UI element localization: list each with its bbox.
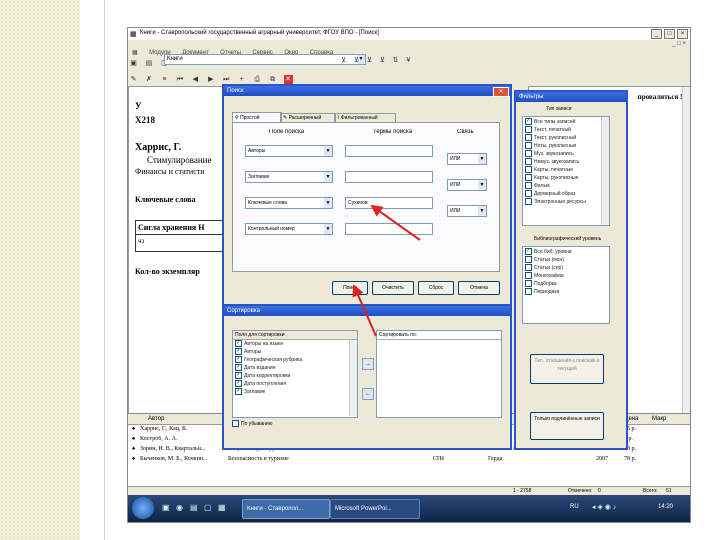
- slide-divider: [104, 0, 105, 540]
- screenshot-frame: ▦ Книги - Ставропольский государственный…: [127, 27, 691, 523]
- arrow-to-term: [370, 204, 421, 241]
- slide-left-band: [0, 0, 80, 540]
- arrow-to-search-button: [352, 284, 377, 337]
- annotation-arrows: [352, 204, 421, 337]
